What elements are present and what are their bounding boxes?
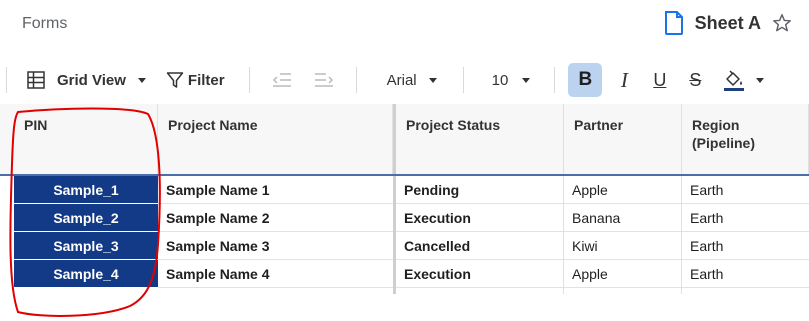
sheet-icon [664,11,683,35]
paint-bucket-icon [724,70,745,91]
outdent-icon [272,73,291,87]
chevron-down-icon [428,77,437,83]
font-family-value: Arial [386,71,417,89]
toolbar-divider [248,67,250,93]
font-family-select[interactable]: Arial [387,72,437,89]
breadcrumb[interactable]: Forms [22,15,67,33]
chevron-down-icon [756,77,765,83]
column-header-partner[interactable]: Partner [564,104,682,174]
cell-region[interactable]: Earth [682,260,809,288]
cell-region[interactable]: Earth [682,232,809,260]
app-header: Forms Sheet A [0,0,809,56]
filter-icon [166,72,184,88]
cell-region[interactable]: Earth [682,204,809,232]
indent-button[interactable] [314,72,334,88]
cell-project-name[interactable]: Sample Name 2 [158,204,393,232]
underline-button[interactable]: U [653,70,666,91]
star-icon[interactable] [771,12,793,34]
grid-icon [27,71,45,89]
cell-project-status[interactable]: Pending [396,176,563,204]
sheet-name[interactable]: Sheet A [695,13,761,34]
cell-partner[interactable]: Banana [564,204,681,232]
toolbar-divider [6,67,7,93]
toolbar-divider [462,67,464,93]
cell-project-status[interactable]: Execution [396,204,563,232]
font-size-value: 10 [491,71,509,89]
annotation-circle [9,107,161,317]
toolbar-divider [355,67,357,93]
cell-project-status[interactable]: Execution [396,260,563,288]
toolbar: Grid View Filter Arial 10 B I U S [0,58,809,102]
outdent-button[interactable] [272,72,292,88]
column-header-project-status[interactable]: Project Status [396,104,564,174]
cell-project-status[interactable]: Cancelled [396,232,563,260]
bold-button[interactable]: B [568,63,603,97]
filter-label: Filter [187,71,225,89]
chevron-down-icon [137,77,146,83]
cell-partner[interactable]: Kiwi [564,232,681,260]
strikethrough-button[interactable]: S [689,70,701,91]
cell-project-name[interactable]: Sample Name 3 [158,232,393,260]
cell-project-name[interactable]: Sample Name 1 [158,176,393,204]
grid-view-button[interactable]: Grid View [27,71,146,89]
column-header-region[interactable]: Region (Pipeline) [682,104,809,174]
fill-color-button[interactable] [723,69,765,91]
toolbar-divider [554,67,556,93]
cell-project-name[interactable]: Sample Name 4 [158,260,393,288]
italic-button[interactable]: I [617,68,631,93]
font-size-select[interactable]: 10 [492,72,531,89]
chevron-down-icon [522,77,531,83]
data-grid: PIN Project Name Project Status Partner … [0,104,809,321]
cell-partner[interactable]: Apple [564,260,681,288]
column-header-project-name[interactable]: Project Name [158,104,393,174]
grid-view-label: Grid View [57,71,126,89]
filter-button[interactable]: Filter [166,71,225,89]
cell-region[interactable]: Earth [682,176,809,204]
sheet-title: Sheet A [663,10,793,36]
indent-icon [314,73,333,87]
cell-partner[interactable]: Apple [564,176,681,204]
